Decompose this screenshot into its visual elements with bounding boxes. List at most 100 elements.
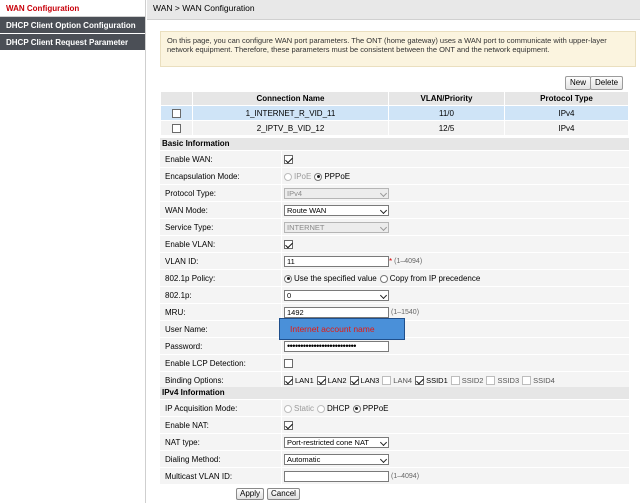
- policy-specified-text: Use the specified value: [294, 274, 377, 283]
- wan-mode-select[interactable]: Route WAN: [284, 205, 389, 216]
- encap-pppoe-text: PPPoE: [324, 172, 351, 181]
- enable-nat-checkbox[interactable]: [284, 421, 293, 430]
- nat-type-select[interactable]: Port-restricted cone NAT: [284, 437, 389, 448]
- row-wan-mode: WAN Mode: Route WAN: [160, 202, 629, 219]
- row-enable-nat: Enable NAT:: [160, 417, 629, 434]
- connection-name-cell: 1_INTERNET_R_VID_11: [192, 105, 389, 121]
- acq-pppoe-radio[interactable]: [352, 404, 361, 413]
- footer-buttons: Apply Cancel: [236, 488, 303, 500]
- policy-copy-text: Copy from IP precedence: [389, 274, 481, 283]
- vlan-priority-cell: 12/5: [388, 120, 505, 136]
- binding-ssid4-checkbox[interactable]: [522, 376, 532, 385]
- protocol-type-label: Protocol Type:: [165, 189, 216, 198]
- intro-description: On this page, you can configure WAN port…: [160, 31, 636, 67]
- mru-hint: (1–1540): [391, 309, 420, 316]
- protocol-type-cell: IPv4: [504, 120, 629, 136]
- binding-lan1-text: LAN1: [295, 376, 314, 385]
- delete-button[interactable]: Delete: [590, 76, 624, 90]
- binding-lan2-text: LAN2: [327, 376, 347, 385]
- policy-specified-radio[interactable]: [284, 274, 292, 283]
- password-label: Password:: [165, 342, 203, 351]
- lcp-detection-checkbox[interactable]: [284, 359, 293, 368]
- new-button[interactable]: New: [565, 76, 592, 90]
- binding-lan4-checkbox[interactable]: [382, 376, 392, 385]
- sidebar-item-dhcp-client-request[interactable]: DHCP Client Request Parameter: [0, 34, 145, 51]
- binding-ssid1-checkbox[interactable]: [415, 376, 425, 385]
- binding-lan2-checkbox[interactable]: [316, 376, 326, 385]
- encap-ipoe-text: IPoE: [294, 172, 312, 181]
- row-password: Password: ••••••••••••••••••••••••••: [160, 338, 629, 355]
- binding-ssid3[interactable]: SSID3: [486, 376, 519, 385]
- user-name-label: User Name:: [165, 325, 208, 334]
- row-lcp-detection: Enable LCP Detection:: [160, 355, 629, 372]
- row-select-checkbox[interactable]: [172, 123, 181, 133]
- apply-button[interactable]: Apply: [236, 488, 265, 500]
- binding-lan4[interactable]: LAN4: [382, 376, 412, 385]
- row-nat-type: NAT type: Port-restricted cone NAT: [160, 434, 629, 451]
- binding-ssid2-checkbox[interactable]: [450, 376, 460, 385]
- cancel-button[interactable]: Cancel: [267, 488, 300, 500]
- enable-vlan-checkbox[interactable]: [284, 240, 293, 249]
- nat-type-label: NAT type:: [165, 438, 200, 447]
- acq-static-text: Static: [294, 404, 315, 413]
- binding-lan3[interactable]: LAN3: [349, 376, 379, 385]
- encap-pppoe-radio[interactable]: [314, 172, 323, 181]
- connection-name-cell: 2_IPTV_B_VID_12: [192, 120, 389, 136]
- row-protocol-type: Protocol Type: IPv4: [160, 185, 629, 202]
- sidebar: WAN Configuration DHCP Client Option Con…: [0, 0, 146, 503]
- row-service-type: Service Type: INTERNET: [160, 219, 629, 236]
- multicast-vlan-input[interactable]: [284, 471, 389, 482]
- 8021p-select[interactable]: 0: [284, 290, 389, 301]
- binding-ssid1[interactable]: SSID1: [415, 376, 448, 385]
- service-type-select[interactable]: INTERNET: [284, 222, 389, 233]
- binding-lan1[interactable]: LAN1: [284, 376, 314, 385]
- row-8021p: 802.1p: 0: [160, 287, 629, 304]
- acq-static-radio[interactable]: [284, 404, 292, 413]
- row-encapsulation-mode: Encapsulation Mode: IPoE PPPoE: [160, 168, 629, 185]
- acq-dhcp-text: DHCP: [327, 404, 350, 413]
- binding-ssid2-text: SSID2: [461, 376, 484, 385]
- table-row[interactable]: 2_IPTV_B_VID_12 12/5 IPv4: [160, 120, 629, 136]
- vlan-id-input[interactable]: 11: [284, 256, 389, 267]
- connection-table: Connection Name VLAN/Priority Protocol T…: [160, 91, 629, 136]
- policy-copy-radio[interactable]: [379, 274, 388, 283]
- binding-lan2[interactable]: LAN2: [316, 376, 347, 385]
- 8021p-policy-label: 802.1p Policy:: [165, 274, 216, 283]
- binding-ssid3-checkbox[interactable]: [486, 376, 496, 385]
- enable-vlan-label: Enable VLAN:: [165, 240, 216, 249]
- enable-wan-checkbox[interactable]: [284, 155, 293, 164]
- vlan-id-label: VLAN ID:: [165, 257, 199, 266]
- binding-ssid4[interactable]: SSID4: [522, 376, 555, 385]
- table-header-connection-name: Connection Name: [192, 91, 389, 106]
- acq-dhcp-radio[interactable]: [317, 404, 326, 413]
- sidebar-item-wan-configuration[interactable]: WAN Configuration: [0, 0, 145, 17]
- table-row[interactable]: 1_INTERNET_R_VID_11 11/0 IPv4: [160, 105, 629, 121]
- row-enable-wan: Enable WAN:: [160, 151, 629, 168]
- dialing-method-select[interactable]: Automatic: [284, 454, 389, 465]
- row-enable-vlan: Enable VLAN:: [160, 236, 629, 253]
- sidebar-item-dhcp-client-option[interactable]: DHCP Client Option Configuration: [0, 17, 145, 34]
- binding-lan3-checkbox[interactable]: [349, 376, 359, 385]
- wan-mode-label: WAN Mode:: [165, 206, 208, 215]
- ip-acquisition-label: IP Acquisition Mode:: [165, 404, 238, 413]
- acq-pppoe-text: PPPoE: [362, 404, 389, 413]
- dialing-method-label: Dialing Method:: [165, 455, 221, 464]
- binding-ssid1-text: SSID1: [426, 376, 448, 385]
- section-basic-information: Basic Information: [160, 138, 629, 150]
- enable-wan-label: Enable WAN:: [165, 155, 213, 164]
- breadcrumb: WAN > WAN Configuration: [147, 0, 640, 20]
- multicast-vlan-hint: (1–4094): [391, 473, 420, 480]
- protocol-type-cell: IPv4: [504, 105, 629, 121]
- binding-lan1-checkbox[interactable]: [284, 376, 293, 385]
- vlan-id-hint: (1–4094): [394, 258, 423, 265]
- enable-nat-label: Enable NAT:: [165, 421, 209, 430]
- encapsulation-mode-label: Encapsulation Mode:: [165, 172, 240, 181]
- multicast-vlan-label: Multicast VLAN ID:: [165, 472, 233, 481]
- binding-ssid2[interactable]: SSID2: [450, 376, 484, 385]
- protocol-type-select[interactable]: IPv4: [284, 188, 389, 199]
- encap-ipoe-radio[interactable]: [284, 172, 292, 181]
- table-header-select: [160, 91, 193, 106]
- password-input[interactable]: ••••••••••••••••••••••••••: [284, 341, 389, 352]
- row-select-checkbox[interactable]: [172, 108, 181, 118]
- mru-input[interactable]: 1492: [284, 307, 389, 318]
